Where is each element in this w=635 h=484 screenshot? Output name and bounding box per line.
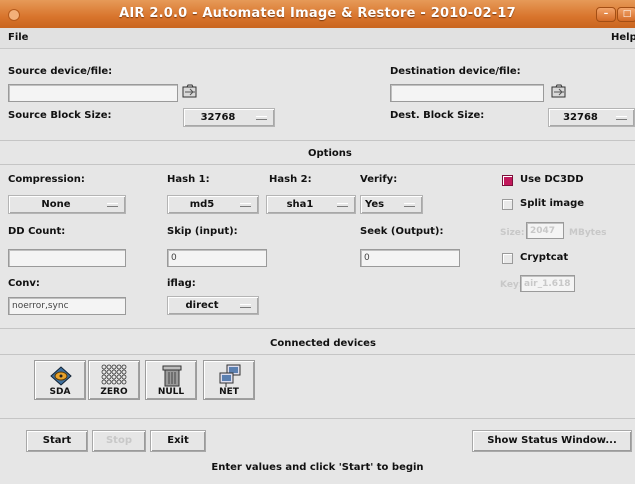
- dropdown-indicator-icon: [337, 203, 348, 207]
- app-window: AIR 2.0.0 - Automated Image & Restore - …: [0, 0, 635, 484]
- trash-can-icon: [162, 365, 182, 387]
- dest-block-size-value: 32768: [563, 112, 598, 123]
- hash2-select[interactable]: sha1: [266, 195, 356, 214]
- hash1-value: md5: [189, 199, 215, 210]
- options-heading: Options: [308, 148, 352, 159]
- divider: [0, 140, 635, 141]
- dropdown-indicator-icon: [240, 203, 251, 207]
- start-button[interactable]: Start: [26, 430, 88, 452]
- size-unit-label: MBytes: [569, 228, 607, 238]
- status-message: Enter values and click 'Start' to begin: [211, 462, 424, 473]
- exit-button[interactable]: Exit: [150, 430, 206, 452]
- minimize-icon[interactable]: –: [596, 7, 616, 22]
- dropdown-indicator-icon: [404, 203, 415, 207]
- source-block-size-select[interactable]: 32768: [183, 108, 275, 127]
- dropdown-indicator-icon: [256, 116, 267, 120]
- dest-block-size-select[interactable]: 32768: [548, 108, 635, 127]
- device-zero-label: ZERO: [100, 387, 128, 397]
- seek-label: Seek (Output):: [360, 226, 444, 237]
- dd-count-label: DD Count:: [8, 226, 66, 237]
- split-image-label: Split image: [520, 198, 585, 209]
- divider: [0, 328, 635, 329]
- connected-devices-heading: Connected devices: [270, 338, 376, 349]
- use-dc3dd-label: Use DC3DD: [520, 174, 584, 185]
- hash1-select[interactable]: md5: [167, 195, 259, 214]
- device-zero-button[interactable]: ZERO: [88, 360, 140, 400]
- skip-label: Skip (input):: [167, 226, 238, 237]
- destination-browse-icon[interactable]: [551, 84, 567, 98]
- menu-bar: File Help: [0, 28, 635, 49]
- dd-count-input[interactable]: [8, 249, 126, 267]
- cryptcat-checkbox[interactable]: [502, 253, 513, 264]
- device-sda-button[interactable]: SDA: [34, 360, 86, 400]
- source-browse-icon[interactable]: [182, 84, 198, 98]
- zero-grid-icon: [101, 364, 127, 385]
- dropdown-indicator-icon: [240, 304, 251, 308]
- title-bar[interactable]: AIR 2.0.0 - Automated Image & Restore - …: [0, 0, 635, 28]
- menu-help[interactable]: Help: [611, 32, 635, 43]
- hash1-label: Hash 1:: [167, 174, 210, 185]
- compression-select[interactable]: None: [8, 195, 126, 214]
- iflag-select[interactable]: direct: [167, 296, 259, 315]
- split-image-checkbox[interactable]: [502, 199, 513, 210]
- maximize-icon[interactable]: □: [617, 7, 635, 22]
- hash2-value: sha1: [286, 199, 314, 210]
- divider: [0, 164, 635, 165]
- stop-button[interactable]: Stop: [92, 430, 146, 452]
- conv-input[interactable]: noerror,sync: [8, 297, 126, 315]
- device-null-label: NULL: [157, 387, 185, 397]
- size-input[interactable]: 2047: [526, 222, 564, 239]
- verify-value: Yes: [365, 199, 385, 210]
- show-status-window-button[interactable]: Show Status Window...: [472, 430, 632, 452]
- compression-value: None: [41, 199, 71, 210]
- device-net-button[interactable]: NET: [203, 360, 255, 400]
- iflag-label: iflag:: [167, 278, 196, 289]
- source-input[interactable]: [8, 84, 178, 102]
- divider: [0, 354, 635, 355]
- source-label: Source device/file:: [8, 66, 113, 77]
- iflag-value: direct: [185, 300, 219, 311]
- use-dc3dd-checkbox[interactable]: [502, 175, 513, 186]
- menu-file[interactable]: File: [8, 32, 28, 43]
- conv-label: Conv:: [8, 278, 40, 289]
- destination-input[interactable]: [390, 84, 544, 102]
- window-title: AIR 2.0.0 - Automated Image & Restore - …: [119, 6, 516, 21]
- network-icon: [219, 364, 241, 387]
- device-net-label: NET: [219, 387, 239, 397]
- size-label: Size:: [500, 228, 525, 238]
- compression-label: Compression:: [8, 174, 85, 185]
- cryptcat-label: Cryptcat: [520, 252, 569, 263]
- destination-label: Destination device/file:: [390, 66, 521, 77]
- verify-label: Verify:: [360, 174, 398, 185]
- hard-disk-icon: [50, 366, 72, 386]
- key-input[interactable]: air_1.618: [520, 275, 575, 292]
- dropdown-indicator-icon: [616, 116, 627, 120]
- skip-input[interactable]: 0: [167, 249, 267, 267]
- verify-select[interactable]: Yes: [360, 195, 423, 214]
- device-sda-label: SDA: [49, 387, 71, 397]
- divider: [0, 418, 635, 419]
- source-block-size-label: Source Block Size:: [8, 110, 112, 121]
- dropdown-indicator-icon: [107, 203, 118, 207]
- hash2-label: Hash 2:: [269, 174, 312, 185]
- source-block-size-value: 32768: [200, 112, 236, 123]
- seek-input[interactable]: 0: [360, 249, 460, 267]
- device-null-button[interactable]: NULL: [145, 360, 197, 400]
- dest-block-size-label: Dest. Block Size:: [390, 110, 485, 121]
